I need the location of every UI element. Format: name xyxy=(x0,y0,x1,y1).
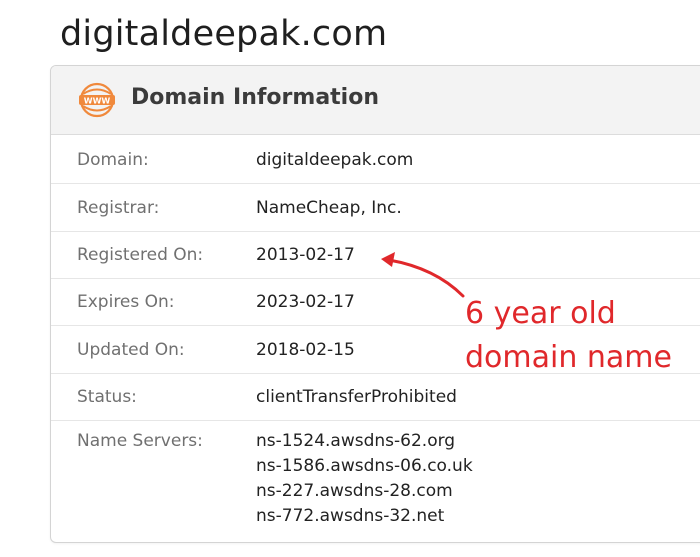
row-value: 2023-02-17 xyxy=(256,292,355,312)
row-label: Status: xyxy=(77,387,137,407)
row-domain: Domain: digitaldeepak.com xyxy=(51,135,700,184)
row-name-servers: Name Servers: ns-1524.awsdns-62.org ns-1… xyxy=(51,421,700,542)
row-value: 2018-02-15 xyxy=(256,340,355,360)
row-label: Registrar: xyxy=(77,198,160,218)
www-globe-icon: WWW xyxy=(79,82,115,118)
site-title: digitaldeepak.com xyxy=(60,14,388,54)
name-server: ns-1524.awsdns-62.org xyxy=(256,431,456,451)
svg-text:WWW: WWW xyxy=(84,97,111,106)
row-registrar: Registrar: NameCheap, Inc. xyxy=(51,184,700,232)
row-label: Registered On: xyxy=(77,245,204,265)
annotation-line: 6 year old xyxy=(465,296,616,331)
row-value: NameCheap, Inc. xyxy=(256,198,402,218)
arrow-annotation-icon xyxy=(381,252,465,298)
row-status: Status: clientTransferProhibited xyxy=(51,374,700,421)
row-label: Domain: xyxy=(77,150,149,170)
row-label: Name Servers: xyxy=(77,431,203,451)
name-server: ns-227.awsdns-28.com xyxy=(256,481,453,501)
annotation-text: 6 year old domain name xyxy=(465,292,672,380)
name-servers-list: ns-1524.awsdns-62.org ns-1586.awsdns-06.… xyxy=(256,429,473,529)
row-value: 2013-02-17 xyxy=(256,245,355,265)
card-title: Domain Information xyxy=(131,85,379,110)
row-label: Updated On: xyxy=(77,340,185,360)
row-value: digitaldeepak.com xyxy=(256,150,414,170)
name-server: ns-772.awsdns-32.net xyxy=(256,506,445,526)
row-value: clientTransferProhibited xyxy=(256,387,457,407)
annotation-line: domain name xyxy=(465,340,672,375)
card-header: WWW Domain Information xyxy=(51,66,700,135)
row-label: Expires On: xyxy=(77,292,175,312)
name-server: ns-1586.awsdns-06.co.uk xyxy=(256,456,473,476)
